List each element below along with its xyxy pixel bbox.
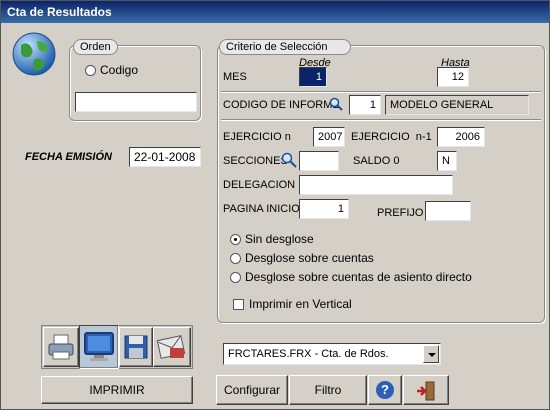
mes-desde-input[interactable]: 1 bbox=[299, 67, 327, 87]
search-icon[interactable] bbox=[329, 97, 343, 111]
codigo-informe-desc: MODELO GENERAL bbox=[385, 95, 529, 115]
codigo-informe-label: CODIGO DE INFORME bbox=[223, 99, 340, 111]
option-desglose-cuentas-radio[interactable] bbox=[230, 253, 241, 264]
imprimir-vertical-label[interactable]: Imprimir en Vertical bbox=[249, 297, 352, 311]
configurar-button[interactable]: Configurar bbox=[216, 375, 288, 405]
saldo0-input[interactable]: N bbox=[437, 151, 457, 171]
fecha-emision-label: FECHA EMISIÓN bbox=[25, 151, 112, 163]
floppy-disk-icon bbox=[124, 335, 148, 359]
option-sin-desglose-label[interactable]: Sin desglose bbox=[245, 232, 314, 246]
delegacion-input[interactable] bbox=[299, 175, 453, 195]
monitor-icon bbox=[84, 332, 114, 361]
globe-icon bbox=[11, 31, 57, 77]
dropdown-arrow-icon[interactable] bbox=[423, 345, 439, 363]
orden-search-input[interactable] bbox=[75, 92, 197, 112]
printer-icon bbox=[48, 334, 74, 360]
imprimir-button[interactable]: IMPRIMIR bbox=[41, 376, 193, 404]
help-button[interactable]: ? bbox=[368, 375, 402, 405]
orden-legend: Orden bbox=[73, 39, 118, 55]
ejercicio-n1-label: EJERCICIO n-1 bbox=[351, 131, 432, 143]
exit-door-icon bbox=[417, 381, 435, 401]
window-title: Cta de Resultados bbox=[7, 5, 112, 19]
screen-button[interactable] bbox=[79, 325, 119, 369]
email-button[interactable] bbox=[153, 327, 191, 367]
option-sin-desglose-radio[interactable] bbox=[230, 234, 241, 245]
ejercicio-n1-input[interactable]: 2006 bbox=[437, 127, 485, 147]
exit-button[interactable] bbox=[403, 375, 449, 405]
option-desglose-cuentas-label[interactable]: Desglose sobre cuentas bbox=[245, 251, 374, 265]
report-format-value: FRCTARES.FRX - Cta. de Rdos. bbox=[228, 348, 389, 360]
option-desglose-asiento-radio[interactable] bbox=[230, 272, 241, 283]
imprimir-vertical-checkbox[interactable] bbox=[233, 299, 244, 310]
report-format-select[interactable]: FRCTARES.FRX - Cta. de Rdos. bbox=[223, 343, 441, 365]
fecha-emision-input[interactable]: 22-01-2008 bbox=[129, 147, 201, 167]
save-file-button[interactable] bbox=[119, 327, 153, 367]
separator bbox=[221, 91, 541, 93]
mail-icon bbox=[156, 335, 186, 359]
criterio-legend: Criterio de Selección bbox=[219, 39, 351, 55]
orden-codigo-radio[interactable] bbox=[85, 65, 96, 76]
ejercicio-n-label: EJERCICIO n bbox=[223, 131, 291, 143]
pagina-inicio-input[interactable]: 1 bbox=[299, 199, 349, 219]
help-icon: ? bbox=[376, 381, 394, 399]
saldo0-label: SALDO 0 bbox=[353, 155, 400, 167]
ejercicio-n-input[interactable]: 2007 bbox=[313, 127, 345, 147]
delegacion-label: DELEGACION bbox=[223, 179, 296, 191]
codigo-informe-input[interactable]: 1 bbox=[349, 95, 381, 115]
search-icon[interactable] bbox=[281, 152, 297, 168]
option-desglose-asiento-label[interactable]: Desglose sobre cuentas de asiento direct… bbox=[245, 270, 472, 284]
orden-codigo-label[interactable]: Codigo bbox=[100, 63, 138, 77]
report-window: Cta de Resultados Orden Codigo FECHA EMI… bbox=[0, 0, 550, 410]
mes-hasta-input[interactable]: 12 bbox=[437, 67, 469, 87]
printer-button[interactable] bbox=[43, 327, 79, 367]
pagina-inicio-label: PAGINA INICIO bbox=[223, 203, 300, 215]
prefijo-input[interactable] bbox=[425, 201, 471, 221]
secciones-input[interactable] bbox=[299, 151, 339, 171]
title-bar[interactable]: Cta de Resultados bbox=[1, 1, 549, 23]
filtro-button[interactable]: Filtro bbox=[289, 375, 367, 405]
separator bbox=[221, 119, 541, 121]
mes-label: MES bbox=[223, 71, 247, 83]
secciones-label: SECCIONES bbox=[223, 155, 288, 167]
prefijo-label: PREFIJO bbox=[377, 207, 424, 219]
